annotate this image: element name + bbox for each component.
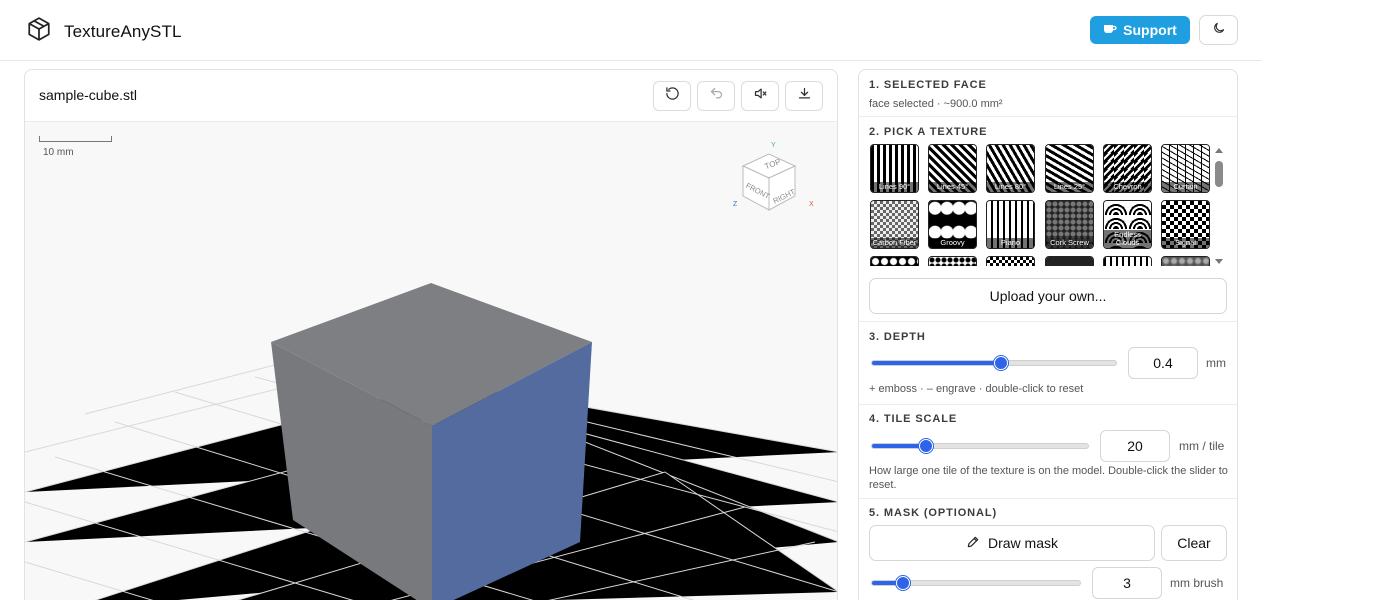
texture-label: Carbon Fiber xyxy=(871,238,918,248)
texture-label: Lines 90° xyxy=(871,182,918,192)
texture-tile[interactable] xyxy=(1161,256,1210,266)
volume-mute-icon xyxy=(753,86,768,106)
depth-unit: mm xyxy=(1206,356,1226,370)
texture-label: Chevron xyxy=(1104,182,1151,192)
draw-mask-label: Draw mask xyxy=(987,535,1058,551)
texture-tile[interactable] xyxy=(870,256,919,266)
texture-tile[interactable]: Groovy xyxy=(928,200,977,249)
brush-slider-thumb[interactable] xyxy=(896,576,910,590)
mask-title: 5. MASK (OPTIONAL) xyxy=(869,507,998,519)
view-cube-gizmo[interactable]: TOP FRONT RIGHT Y X Z xyxy=(731,140,821,220)
undo-icon xyxy=(709,86,724,106)
depth-slider[interactable] xyxy=(871,356,1117,370)
depth-title: 3. DEPTH xyxy=(869,331,926,343)
texture-tile[interactable]: Piano xyxy=(986,200,1035,249)
axis-y-label: Y xyxy=(771,142,776,149)
texture-tile[interactable]: Cork Screw xyxy=(1045,200,1094,249)
texture-title: 2. PICK A TEXTURE xyxy=(869,126,988,138)
coffee-icon xyxy=(1103,22,1117,38)
clear-mask-button[interactable]: Clear xyxy=(1161,525,1227,561)
depth-slider-fill xyxy=(872,361,1001,365)
support-label: Support xyxy=(1123,22,1177,38)
box-logo-icon xyxy=(26,16,52,47)
texture-tile[interactable] xyxy=(928,256,977,266)
depth-input[interactable]: 0.4 xyxy=(1128,347,1198,379)
selected-face-info: face selected · ~900.0 mm² xyxy=(869,98,1003,110)
draw-mask-button[interactable]: Draw mask xyxy=(869,525,1155,561)
depth-hint: + emboss · – engrave · double-click to r… xyxy=(869,383,1084,395)
selected-face-title: 1. SELECTED FACE xyxy=(869,79,987,91)
texture-label: Lines 45° xyxy=(929,182,976,192)
texture-scroll-thumb[interactable] xyxy=(1215,161,1223,187)
texture-label: Signal xyxy=(1162,238,1209,248)
texture-tile[interactable]: Chevron xyxy=(1103,144,1152,193)
tile-scale-slider[interactable] xyxy=(871,439,1089,453)
texture-label: Cork Screw xyxy=(1046,238,1093,248)
brush-size-slider[interactable] xyxy=(871,576,1081,590)
texture-label: Curtain xyxy=(1162,182,1209,192)
depth-slider-thumb[interactable] xyxy=(994,356,1008,370)
tile-scale-input[interactable]: 20 xyxy=(1100,430,1170,462)
texture-tile[interactable]: Carbon Fiber xyxy=(870,200,919,249)
selected-face-section: 1. SELECTED FACE face selected · ~900.0 … xyxy=(859,70,1237,117)
texture-tile[interactable]: Lines 45° xyxy=(928,144,977,193)
3d-canvas[interactable]: 10 mm TOP FRONT RIGHT Y X Z xyxy=(25,122,837,600)
texture-tile[interactable]: Endless Clouds xyxy=(1103,200,1152,249)
model-viewer: sample-cube.stl 10 mm TOP FRONT RIGHT Y … xyxy=(24,69,838,600)
download-icon xyxy=(797,86,812,106)
file-name: sample-cube.stl xyxy=(39,87,138,103)
brush-unit: mm brush xyxy=(1170,576,1224,590)
upload-texture-button[interactable]: Upload your own... xyxy=(869,278,1227,314)
theme-toggle-button[interactable] xyxy=(1199,15,1238,45)
tile-scale-slider-thumb[interactable] xyxy=(919,439,933,453)
texture-tile[interactable]: Lines 25° xyxy=(1045,144,1094,193)
texture-tile[interactable] xyxy=(986,256,1035,266)
download-button[interactable] xyxy=(785,81,823,111)
clear-mask-label: Clear xyxy=(1177,535,1211,551)
texture-grid: Lines 90° Lines 45° Lines 80° Lines 25° … xyxy=(870,144,1212,266)
axis-x-label: X xyxy=(809,201,814,208)
tile-scale-section: 4. TILE SCALE 20 mm / tile How large one… xyxy=(859,405,1237,499)
texture-tile[interactable] xyxy=(1045,256,1094,266)
mask-section: 5. MASK (OPTIONAL) Draw mask Clear 3 mm … xyxy=(859,499,1237,600)
app-header: TextureAnySTL Support xyxy=(0,0,1262,61)
texture-tile[interactable]: Curtain xyxy=(1161,144,1210,193)
brush-size-input[interactable]: 3 xyxy=(1092,567,1162,599)
rotate-ccw-icon xyxy=(665,86,680,106)
brand-title: TextureAnySTL xyxy=(64,21,182,41)
brand[interactable]: TextureAnySTL xyxy=(26,16,182,47)
settings-panel: 1. SELECTED FACE face selected · ~900.0 … xyxy=(858,69,1238,600)
tile-scale-unit: mm / tile xyxy=(1179,439,1225,453)
texture-tile[interactable]: Signal xyxy=(1161,200,1210,249)
mute-button[interactable] xyxy=(741,81,779,111)
reset-view-button[interactable] xyxy=(653,81,691,111)
texture-label: Endless Clouds xyxy=(1104,230,1151,248)
support-button[interactable]: Support xyxy=(1090,16,1190,44)
undo-button[interactable] xyxy=(697,81,735,111)
texture-label: Lines 25° xyxy=(1046,182,1093,192)
tile-scale-title: 4. TILE SCALE xyxy=(869,413,958,425)
texture-tile[interactable]: Lines 90° xyxy=(870,144,919,193)
texture-tile[interactable] xyxy=(1103,256,1152,266)
moon-icon xyxy=(1212,21,1226,40)
tile-scale-hint: How large one tile of the texture is on … xyxy=(869,465,1228,491)
axis-z-label: Z xyxy=(733,201,738,208)
texture-tile[interactable]: Lines 80° xyxy=(986,144,1035,193)
texture-label: Piano xyxy=(987,238,1034,248)
depth-section: 3. DEPTH 0.4 mm + emboss · – engrave · d… xyxy=(859,322,1237,405)
tile-scale-slider-fill xyxy=(872,444,926,448)
texture-label: Groovy xyxy=(929,238,976,248)
pencil-icon xyxy=(966,535,980,552)
viewer-toolbar: sample-cube.stl xyxy=(25,70,837,122)
texture-label: Lines 80° xyxy=(987,182,1034,192)
